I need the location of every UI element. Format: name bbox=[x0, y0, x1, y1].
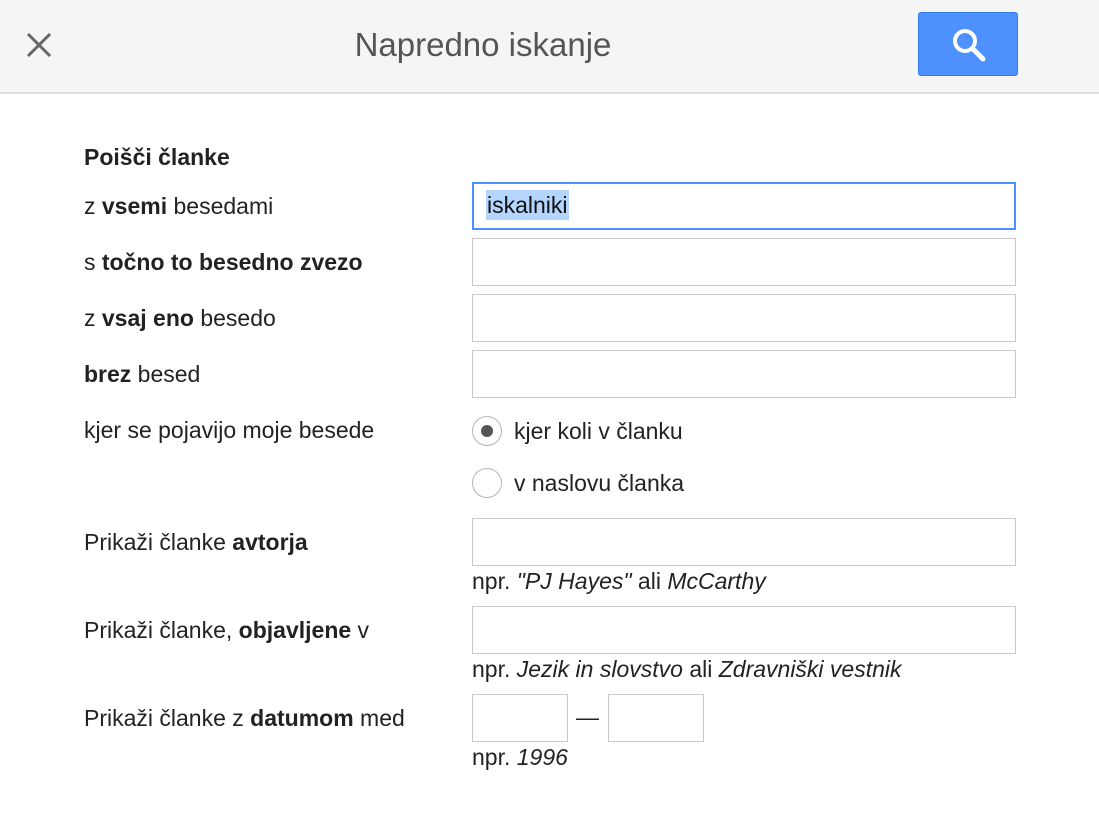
search-button[interactable] bbox=[918, 12, 1018, 76]
any-word-input[interactable] bbox=[472, 294, 1016, 342]
radio-anywhere-label: kjer koli v članku bbox=[514, 418, 683, 444]
date-separator: — bbox=[576, 704, 599, 730]
date-to-input[interactable] bbox=[608, 694, 704, 742]
author-input[interactable] bbox=[472, 518, 1016, 566]
header-bar: Napredno iskanje bbox=[0, 0, 1099, 94]
without-words-label: brez besed bbox=[84, 361, 201, 387]
without-words-input[interactable] bbox=[472, 350, 1016, 398]
occurrence-label: kjer se pojavijo moje besede bbox=[84, 417, 375, 443]
author-label: Prikaži članke avtorja bbox=[84, 529, 308, 555]
radio-button-selected[interactable] bbox=[472, 416, 502, 446]
date-hint: npr. 1996 bbox=[472, 744, 568, 770]
date-from-input[interactable] bbox=[472, 694, 568, 742]
all-words-label: z vsemi besedami bbox=[84, 193, 274, 219]
page-title: Napredno iskanje bbox=[354, 26, 612, 63]
search-icon bbox=[953, 29, 986, 62]
publication-hint: npr. Jezik in slovstvo ali Zdravniški ve… bbox=[472, 656, 902, 682]
publication-input[interactable] bbox=[472, 606, 1016, 654]
radio-dot bbox=[481, 425, 493, 437]
exact-phrase-label: s točno to besedno zvezo bbox=[84, 249, 363, 275]
any-word-label: z vsaj eno besedo bbox=[84, 305, 276, 331]
all-words-value: iskalniki bbox=[486, 190, 569, 220]
radio-in-title-label: v naslovu članka bbox=[514, 470, 685, 496]
section-title: Poišči članke bbox=[84, 144, 230, 170]
exact-phrase-input[interactable] bbox=[472, 238, 1016, 286]
radio-button[interactable] bbox=[472, 468, 502, 498]
publication-label: Prikaži članke, objavljene v bbox=[84, 617, 370, 643]
author-hint: npr. "PJ Hayes" ali McCarthy bbox=[472, 568, 766, 594]
date-range-label: Prikaži članke z datumom med bbox=[84, 705, 405, 731]
